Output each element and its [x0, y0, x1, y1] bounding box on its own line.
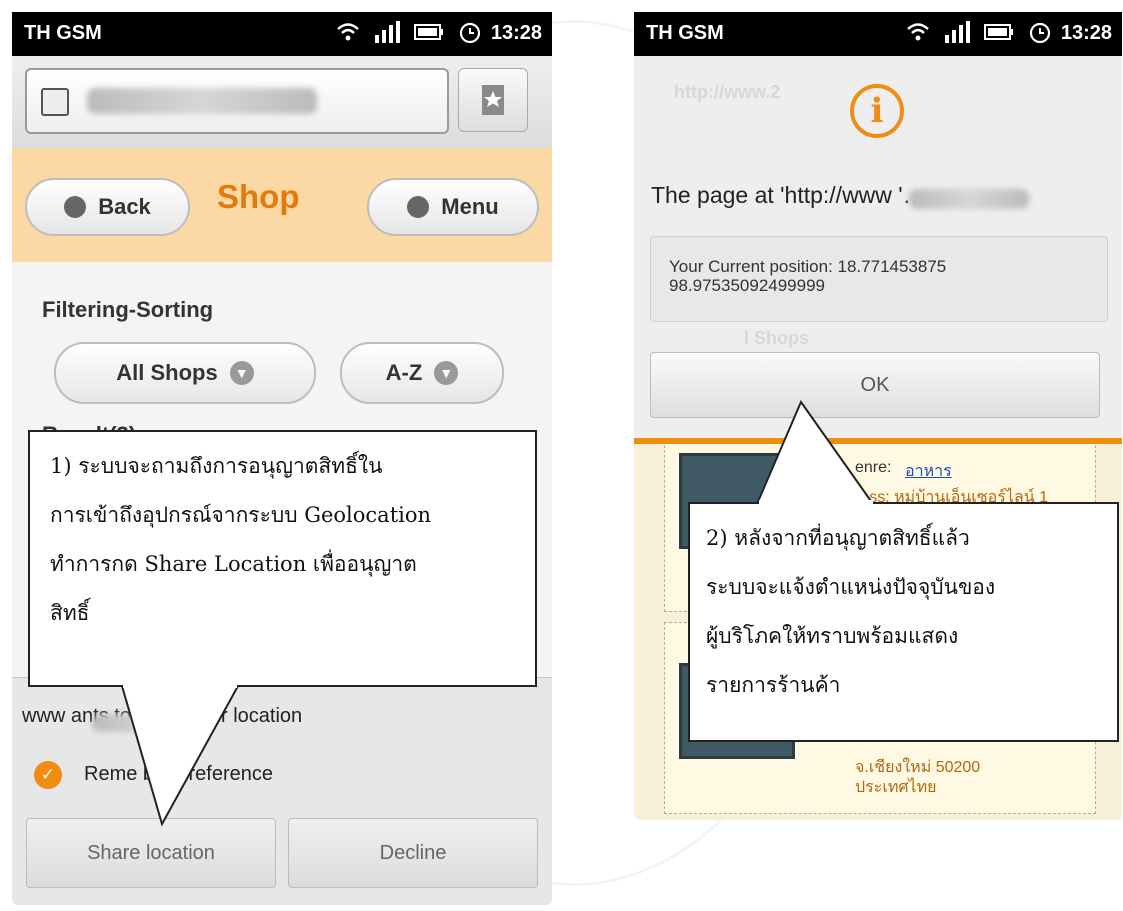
callout-2-line: รายการร้านค้า [706, 673, 841, 697]
alarm-icon [459, 22, 481, 44]
menu-button[interactable]: Menu [367, 178, 539, 236]
annotation-callout-1: 1) ระบบจะถามถึงการอนุญาตสิทธิ์ใน การเข้า… [28, 430, 537, 687]
checkmark-icon[interactable]: ✓ [34, 761, 62, 789]
callout-2-line: ระบบจะแจ้งตำแหน่งปัจจุบันของ [706, 575, 996, 599]
page-title: Shop [217, 178, 300, 215]
callout-1-line: สิทธิ์ [50, 601, 90, 625]
signal-icon [945, 21, 970, 43]
back-label: Back [98, 194, 151, 219]
callout-1-pointer [121, 684, 239, 827]
annotation-callout-2: 2) หลังจากที่อนุญาตสิทธิ์แล้ว ระบบจะแจ้ง… [688, 502, 1119, 742]
callout-2-pointer [756, 400, 874, 505]
globe-icon [41, 88, 69, 116]
wifi-icon [337, 23, 359, 41]
dialog-title: The page at 'http://www '… [651, 182, 926, 208]
country-line: ประเทศไทย [855, 779, 937, 796]
menu-grid-icon [407, 196, 430, 218]
callout-1-line: ทำการกด Share Location เพื่ออนุญาต [50, 552, 417, 576]
decline-label: Decline [379, 841, 447, 864]
callout-2-line: 2) หลังจากที่อนุญาตสิทธิ์แล้ว [706, 526, 970, 550]
status-bar: TH GSM 13:28 [634, 12, 1122, 56]
info-icon: i [850, 84, 904, 138]
ghost-url-text: http://www.2 [674, 82, 781, 102]
position-longitude: 98.97535092499999 [669, 276, 825, 295]
ok-label: OK [860, 373, 890, 396]
location-permission-prompt: www ants to know your location ✓ Reme be… [12, 677, 552, 905]
callout-2-pointer-joint [759, 500, 873, 505]
status-time: 13:28 [490, 22, 542, 44]
shops-filter-value: All Shops [116, 360, 218, 385]
bookmark-star-icon [482, 85, 504, 115]
shops-filter-select[interactable]: All Shops ▼ [54, 342, 316, 404]
back-button[interactable]: Back [25, 178, 190, 236]
carrier-label: TH GSM [646, 22, 724, 44]
status-bar: TH GSM 13:28 [12, 12, 552, 56]
blurred-url [87, 88, 317, 114]
filter-heading: Filtering-Sorting [42, 297, 214, 322]
ghost-tab-text: l Shops [744, 328, 810, 348]
bookmark-button[interactable] [458, 68, 528, 132]
status-icons [906, 20, 1052, 44]
browser-url-bar [12, 56, 552, 149]
chevron-down-icon: ▼ [229, 361, 254, 385]
chevron-down-icon: ▼ [434, 361, 459, 385]
status-time: 13:28 [1060, 22, 1112, 44]
carrier-label: TH GSM [24, 22, 102, 44]
app-header: Back Shop Menu [12, 148, 552, 262]
share-location-label: Share location [87, 841, 215, 864]
back-arrow-icon [64, 196, 87, 218]
dialog-message: Your Current position: 18.771453875 98.9… [650, 236, 1108, 322]
blurred-domain [909, 189, 1029, 209]
callout-2-line: ผู้บริโภคให้ทราบพร้อมแสดง [706, 624, 959, 648]
menu-label: Menu [441, 194, 499, 219]
sort-select[interactable]: A-Z ▼ [340, 342, 504, 404]
status-icons [336, 20, 482, 44]
sort-value: A-Z [385, 360, 423, 385]
battery-icon [414, 24, 443, 40]
signal-icon [375, 21, 400, 43]
callout-1-line: 1) ระบบจะถามถึงการอนุญาตสิทธิ์ใน [50, 454, 383, 478]
alert-dialog: http://www.2 i The page at 'http://www '… [634, 56, 1122, 444]
decline-button[interactable]: Decline [288, 818, 538, 888]
callout-1-line: การเข้าถึงอุปกรณ์จากระบบ Geolocation [50, 503, 432, 527]
position-latitude: Your Current position: 18.771453875 [669, 257, 947, 276]
wifi-icon [907, 23, 929, 41]
alarm-icon [1029, 22, 1051, 44]
battery-icon [984, 24, 1013, 40]
url-field[interactable] [25, 68, 449, 134]
